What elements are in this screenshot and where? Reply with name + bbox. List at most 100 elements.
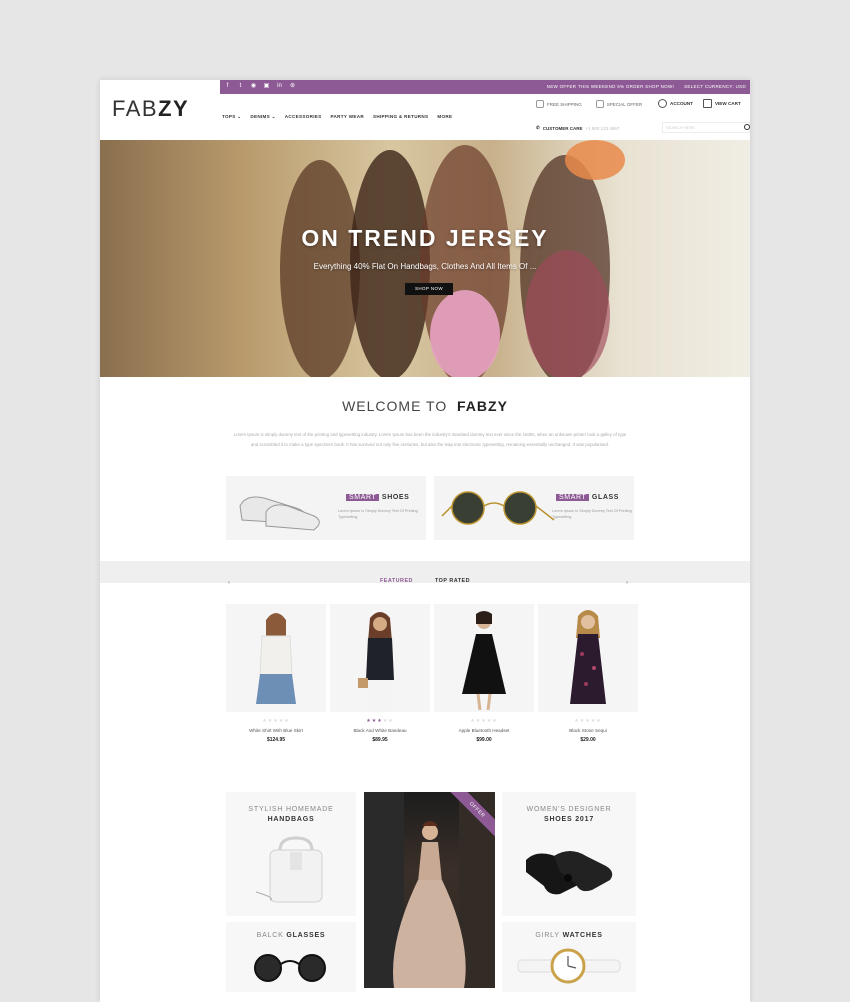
glasses-dim: BALCK (256, 932, 284, 939)
twitter-icon[interactable]: t (237, 83, 244, 90)
shoes-line2: SHOES 2017 (543, 816, 595, 823)
logo-light: FAB (112, 96, 159, 121)
product-image-3 (462, 611, 506, 711)
tab-top-rated[interactable]: TOP RATED (435, 578, 470, 584)
facebook-icon[interactable]: f (224, 83, 231, 90)
product-price-4: $29.00 (580, 737, 596, 743)
product-name-2[interactable]: Black And White Bandeau (330, 728, 430, 733)
nav-more[interactable]: MORE (437, 114, 452, 120)
promo-glass-desc: Lorem Ipsum Is Simply Dummy Text Of Prin… (552, 509, 632, 519)
free-shipping-label: FREE SHIPPING (547, 101, 582, 107)
promo-glass[interactable]: SMART GLASS Lorem Ipsum Is Simply Dummy … (434, 476, 634, 540)
shop-now-button[interactable]: SHOP NOW (405, 283, 453, 295)
welcome-light: WELCOME TO (342, 398, 448, 414)
product-image-1 (256, 613, 296, 704)
product-rating-1: ★★★★★ (262, 718, 290, 724)
watches-bold: WATCHES (562, 932, 603, 939)
promo-shoes[interactable]: SMART SHOES Lorem Ipsum Is Simply Dummy … (226, 476, 426, 540)
product-card-4[interactable] (538, 604, 638, 712)
currency-select[interactable]: SELECT CURRENCY: USD (684, 83, 746, 91)
cart-icon (702, 99, 712, 108)
product-image-4 (570, 610, 606, 704)
instagram-icon[interactable]: ▣ (263, 83, 270, 90)
glasses-bold: GLASSES (286, 932, 326, 939)
search-icon[interactable] (744, 124, 750, 130)
product-name-3[interactable]: Apple Bluetooth Headset (434, 728, 534, 733)
topbar-right: NEW OFFER THIS WEEKEND 5% ORDER SHOP NOW… (547, 83, 746, 91)
nav-denims[interactable]: DENIMS ⌄ (250, 114, 275, 120)
account-cart: ACCOUNT VIEW CART (658, 99, 741, 108)
welcome-text: Lorem Ipsum is simply dummy text of the … (233, 432, 627, 447)
promo-glass-title: SMART GLASS (556, 494, 619, 501)
product-card-2[interactable] (330, 604, 430, 712)
special-offer-label: SPECIAL OFFER (606, 101, 643, 107)
sunglasses-image (441, 491, 555, 525)
promo-shoes-label: SHOES (381, 494, 410, 501)
hero-title: ON TREND JERSEY (301, 225, 549, 251)
watches-title: GIRLY WATCHES (502, 932, 636, 939)
product-rating-2: ★★★★★ (366, 718, 394, 724)
handbags-line2: HANDBAGS (267, 816, 315, 823)
glasses-image (254, 954, 326, 982)
logo[interactable]: FABZY (112, 96, 189, 122)
product-card-3[interactable] (434, 604, 534, 712)
special-offer-link[interactable]: SPECIAL OFFER (595, 100, 643, 108)
product-name-1[interactable]: White Shirt With Blue Skirt (226, 728, 326, 733)
product-rating-3: ★★★★★ (470, 718, 498, 724)
dribbble-icon[interactable]: ⊛ (289, 83, 296, 90)
hero-banner: ON TREND JERSEY Everything 40% Flat On H… (100, 140, 750, 377)
phone-number: +1 800 123 4567 (585, 125, 620, 131)
logo-bold: ZY (158, 96, 190, 121)
product-price-2: $89.95 (372, 737, 388, 743)
offer-image (364, 792, 495, 988)
category-watches[interactable]: GIRLY WATCHES (502, 922, 636, 992)
page: f t ◉ ▣ in ⊛ NEW OFFER THIS WEEKEND 5% O… (100, 80, 750, 1002)
cart-button[interactable]: VIEW CART (702, 99, 741, 108)
welcome-title: WELCOME TO FABZY (100, 398, 750, 414)
customer-care-label: CUSTOMER CARE (542, 125, 583, 131)
category-shoes[interactable]: WOMEN'S DESIGNER SHOES 2017 (502, 792, 636, 916)
free-shipping-link[interactable]: FREE SHIPPING (536, 100, 582, 108)
phone-icon: ✆ (536, 125, 540, 130)
nav-accessories[interactable]: ACCESSORIES (285, 114, 322, 120)
category-glasses[interactable]: BALCK GLASSES (226, 922, 356, 992)
product-price-3: $99.00 (476, 737, 492, 743)
hero-shorts (430, 290, 500, 377)
product-price-1: $124.95 (266, 737, 286, 743)
shoes-line1: WOMEN'S DESIGNER (526, 806, 612, 813)
offer-banner[interactable]: OFFER (364, 792, 495, 988)
search-input[interactable]: SEARCH HERE (662, 122, 750, 133)
cart-label: VIEW CART (714, 101, 741, 106)
promo-shoes-desc: Lorem Ipsum Is Simply Dummy Text Of Prin… (338, 509, 418, 519)
product-name-4[interactable]: Black Stone Sequi (538, 728, 638, 733)
product-card-1[interactable] (226, 604, 326, 712)
truck-icon (536, 100, 544, 108)
promo-shoes-tag: SMART (346, 494, 380, 501)
handbag-image (256, 836, 323, 903)
shoes-2017-image (526, 851, 613, 895)
rss-icon[interactable]: ◉ (250, 83, 257, 90)
topbar-promo[interactable]: NEW OFFER THIS WEEKEND 5% ORDER SHOP NOW… (547, 83, 674, 91)
account-button[interactable]: ACCOUNT (658, 99, 693, 108)
product-rating-4: ★★★★★ (574, 718, 602, 724)
account-label: ACCOUNT (670, 101, 693, 106)
linkedin-icon[interactable]: in (276, 83, 283, 90)
nav-party-wear[interactable]: PARTY WEAR (331, 114, 364, 120)
promo-shoes-title: SMART SHOES (346, 494, 409, 501)
welcome-bold: FABZY (457, 398, 508, 414)
main-nav: TOPS ⌄ DENIMS ⌄ ACCESSORIES PARTY WEAR S… (222, 114, 452, 120)
shoes-image (239, 496, 320, 531)
promo-glass-tag: SMART (556, 494, 590, 501)
watches-dim: GIRLY (535, 932, 560, 939)
hero-subtitle: Everything 40% Flat On Handbags, Clothes… (313, 262, 537, 271)
watch-image (517, 948, 621, 984)
social-links: f t ◉ ▣ in ⊛ (224, 83, 296, 90)
tab-featured[interactable]: FEATURED (380, 578, 413, 584)
nav-shipping-returns[interactable]: SHIPPING & RETURNS (373, 114, 428, 120)
handbags-line1: STYLISH HOMEMADE (248, 806, 334, 813)
user-icon (658, 99, 667, 108)
customer-care[interactable]: ✆ CUSTOMER CARE +1 800 123 4567 (536, 125, 619, 131)
category-handbags[interactable]: STYLISH HOMEMADE HANDBAGS (226, 792, 356, 916)
nav-tops[interactable]: TOPS ⌄ (222, 114, 241, 120)
hero-hat (565, 140, 625, 180)
